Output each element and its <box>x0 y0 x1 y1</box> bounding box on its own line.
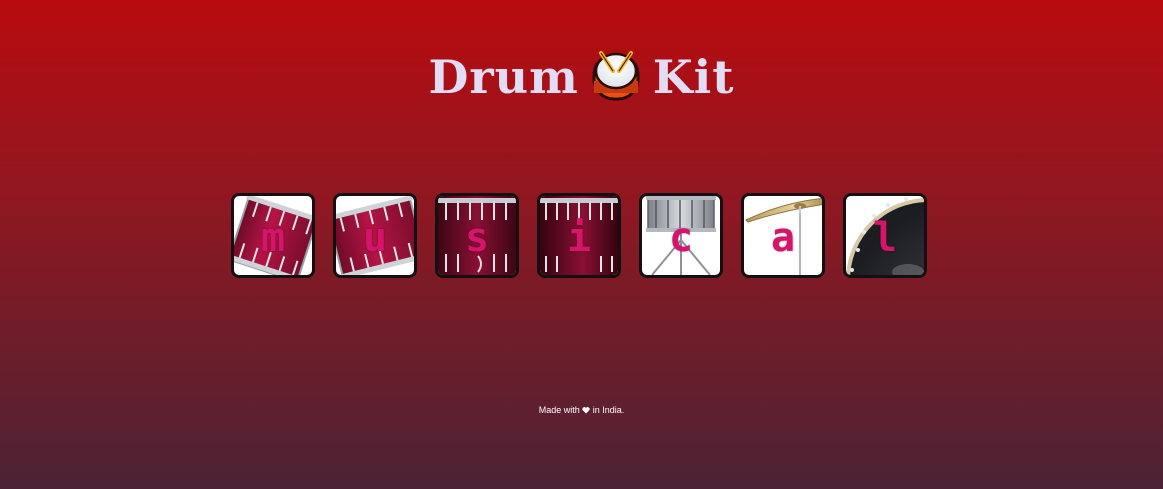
drum-pad-a[interactable]: a <box>741 193 825 278</box>
drum-pad-s[interactable]: s <box>435 193 519 278</box>
pad-letter: l <box>872 215 898 261</box>
pad-letter: a <box>770 215 796 261</box>
footer-text-after: in India. <box>592 405 625 415</box>
pad-letter: s <box>464 215 490 261</box>
title-word-drum: Drum <box>428 49 579 104</box>
heart-icon <box>582 407 590 414</box>
title-word-kit: Kit <box>652 49 735 104</box>
drum-pad-u[interactable]: u <box>333 193 417 278</box>
drum-emoji-icon <box>592 50 640 101</box>
pad-letter: u <box>362 215 388 261</box>
pad-letter: i <box>566 215 592 261</box>
page-title: Drum Kit <box>0 45 1163 105</box>
pad-letter: m <box>260 215 286 261</box>
pad-letter: c <box>668 215 694 261</box>
footer: Made with in India. <box>0 405 1163 415</box>
footer-text-before: Made with <box>538 405 580 415</box>
drum-pad-i[interactable]: i <box>537 193 621 278</box>
drum-pad-c[interactable]: c <box>639 193 723 278</box>
drum-pad-set: m u s i c a l <box>231 193 931 283</box>
drum-pad-m[interactable]: m <box>231 193 315 278</box>
drum-pad-l[interactable]: l <box>843 193 927 278</box>
